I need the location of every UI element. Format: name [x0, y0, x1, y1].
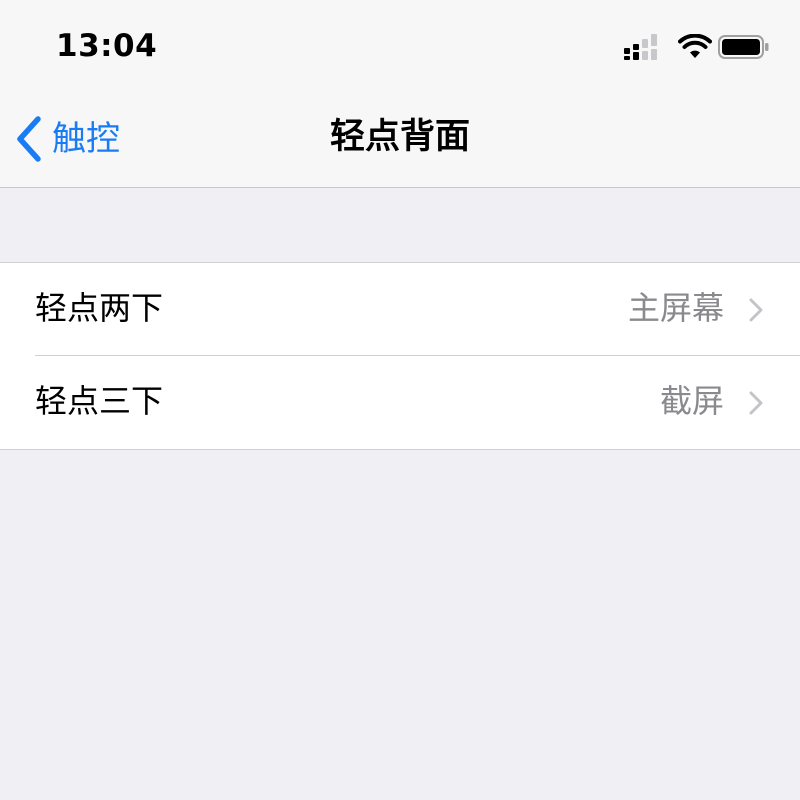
wifi-icon [678, 34, 712, 58]
settings-list: 轻点两下 主屏幕 轻点三下 截屏 [0, 262, 800, 450]
chevron-right-icon [749, 391, 763, 415]
setting-label: 轻点三下 [35, 382, 164, 420]
page-title: 轻点背面 [329, 117, 470, 157]
cellular-signal-icon [624, 34, 657, 60]
setting-value: 截屏 [659, 382, 724, 420]
status-bar: 13:04 [0, 0, 800, 96]
navigation-bar: 触控 轻点背面 [0, 96, 800, 188]
setting-label: 轻点两下 [35, 289, 164, 327]
setting-row-double-tap[interactable]: 轻点两下 主屏幕 [0, 263, 800, 356]
status-time: 13:04 [56, 28, 158, 64]
battery-icon [718, 35, 769, 59]
setting-value: 主屏幕 [627, 289, 724, 327]
chevron-right-icon [749, 298, 763, 322]
setting-row-triple-tap[interactable]: 轻点三下 截屏 [0, 356, 800, 449]
